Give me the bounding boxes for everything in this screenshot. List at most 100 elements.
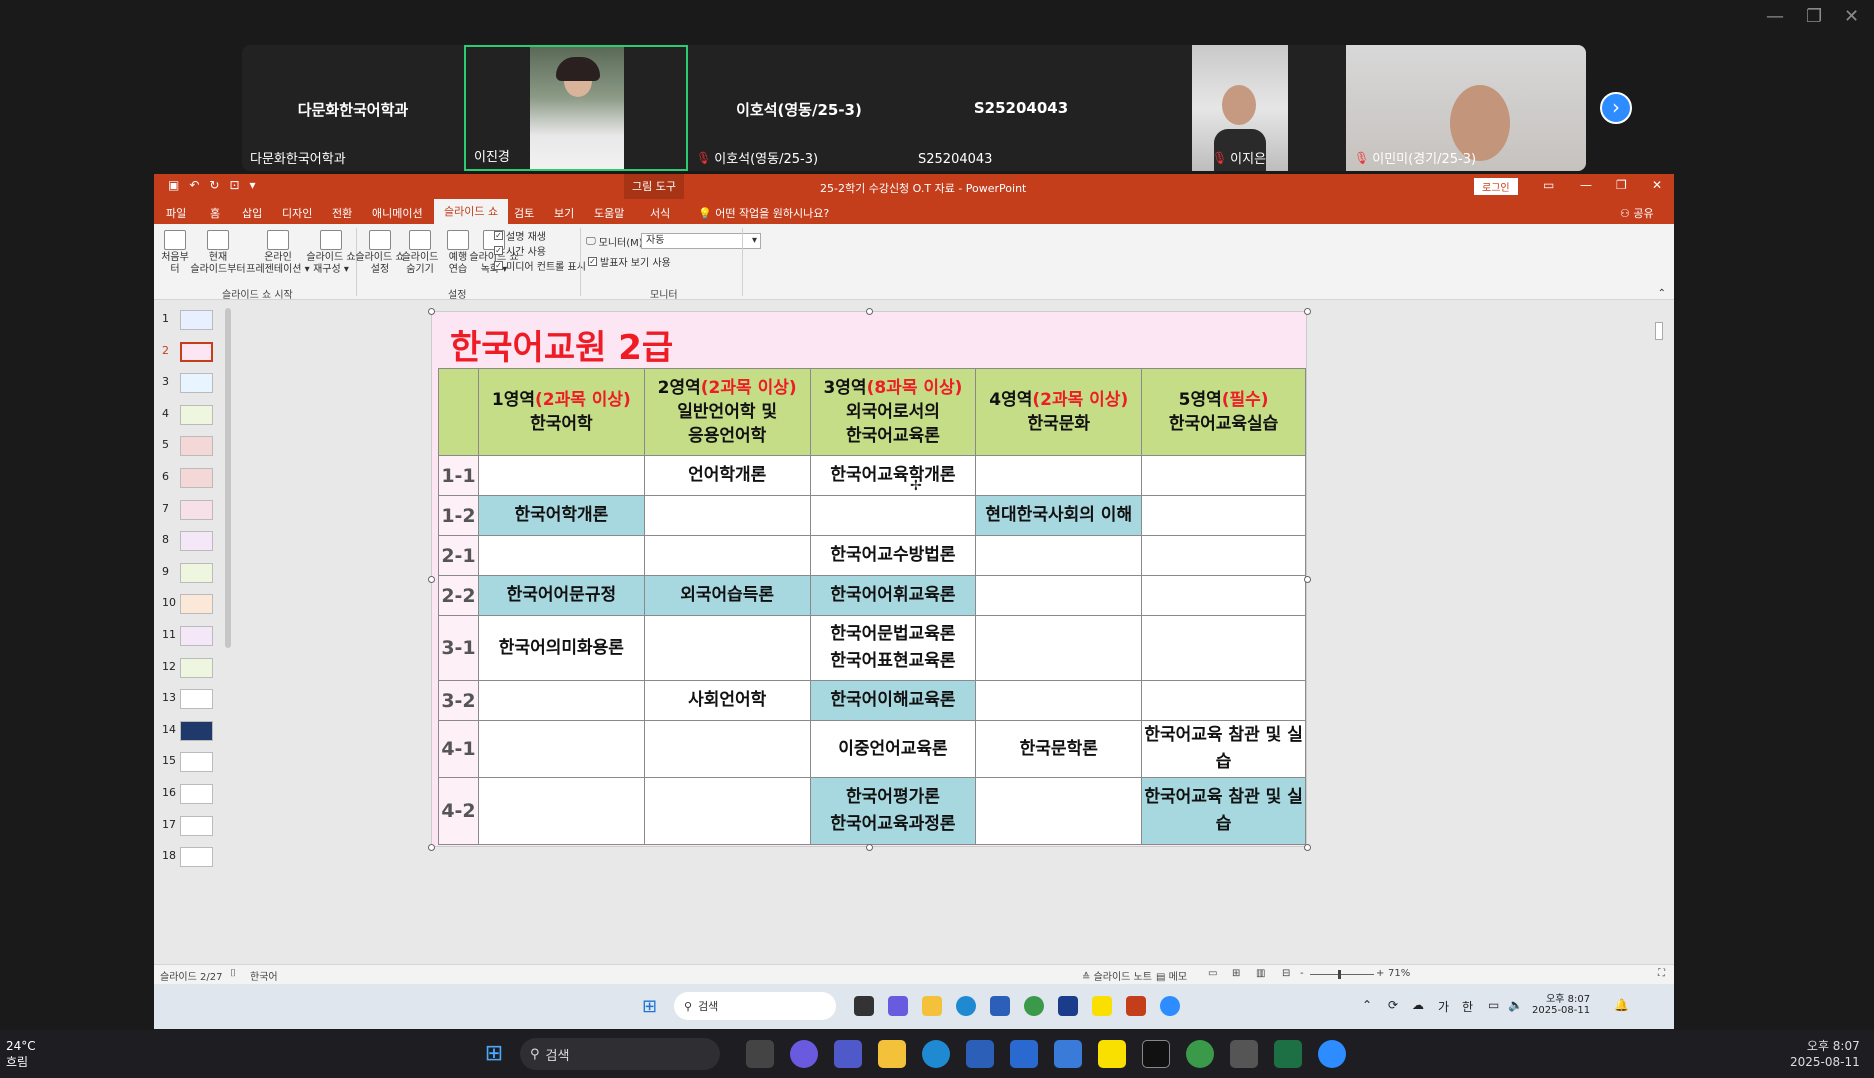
resize-handle[interactable] [1304,576,1311,583]
tab-transitions[interactable]: 전환 [332,205,352,221]
area-header-cell[interactable]: 3영역(8과목 이상) 외국어로서의 한국어교육론 [809,368,977,456]
from-current-button[interactable]: 현재 슬라이드부터 [190,230,246,276]
slide-thumbnail[interactable] [180,815,213,836]
slideshow-view-icon[interactable]: ⊟ [1282,968,1290,979]
course-cell[interactable]: 한국어교육학개론 [809,455,977,496]
course-cell[interactable] [975,455,1143,496]
store-icon[interactable] [990,996,1010,1016]
login-button[interactable]: 로그인 [1474,178,1518,195]
semester-label[interactable]: 3-1 [438,615,479,681]
course-cell[interactable] [643,720,811,778]
participant-tile[interactable]: S25204043 S25204043 [910,45,1132,171]
sticky-notes-icon[interactable] [1142,1040,1170,1068]
course-cell[interactable] [1141,615,1306,681]
semester-label[interactable]: 3-2 [438,680,479,721]
zoom-in-icon[interactable]: + [1376,968,1384,979]
zoom-app-icon[interactable] [1318,1040,1346,1068]
slide-thumbnail[interactable] [180,468,213,488]
save-icon[interactable]: ▣ [168,178,179,192]
course-cell[interactable]: 한국어의미화용론 [477,615,645,681]
course-cell[interactable] [1141,455,1306,496]
course-table[interactable]: 1영역(2과목 이상) 한국어학 2영역(2과목 이상) 일반언어학 및 응용언어학 3영… [438,368,1306,845]
slide-thumbnail[interactable] [180,436,213,457]
tray-icon[interactable]: ⟳ [1388,998,1398,1012]
comments-button[interactable]: ▤ 메모 [1156,968,1187,983]
redo-icon[interactable]: ↻ [209,178,219,192]
chrome-icon[interactable] [1186,1040,1214,1068]
copilot-icon[interactable] [790,1040,818,1068]
tab-insert[interactable]: 삽입 [242,205,262,221]
chevron-up-icon[interactable]: ⌃ [1362,998,1372,1012]
slide-thumbnail[interactable] [180,499,213,520]
course-cell[interactable]: 한국문학론 [975,720,1143,778]
slide-thumbnail[interactable] [180,594,213,615]
restore-icon[interactable]: ❐ [1806,6,1822,27]
windows-start-icon[interactable]: ⊞ [642,996,662,1017]
app-icon[interactable] [1010,1040,1038,1068]
tab-file[interactable]: 파일 [166,205,186,221]
semester-label[interactable]: 2-2 [438,575,479,616]
slide-title[interactable]: 한국어교원 2급 [450,320,673,369]
semester-label[interactable]: 1-1 [438,455,479,496]
language-indicator[interactable]: 한국어 [250,968,278,983]
semester-label[interactable]: 4-1 [438,720,479,778]
edge-icon[interactable] [922,1040,950,1068]
area-header-cell[interactable]: 2영역(2과목 이상) 일반언어학 및 응용언어학 [643,368,811,456]
course-cell[interactable] [643,615,811,681]
ime-mode[interactable]: 가 [1438,998,1449,1015]
course-cell[interactable]: 한국어학개론 [477,495,645,536]
tab-slide-show[interactable]: 슬라이드 쇼 [434,199,509,224]
powerpoint-icon[interactable] [1126,996,1146,1016]
close-icon[interactable]: ✕ [1844,6,1859,27]
course-cell[interactable]: 현대한국사회의 이해 [975,495,1143,536]
slide-sorter-icon[interactable]: ⊞ [1232,968,1240,979]
edge-icon[interactable] [956,996,976,1016]
slide-thumbnail[interactable] [180,689,213,710]
notification-icon[interactable]: 🔔 [1614,998,1629,1012]
zoom-slider[interactable] [1310,970,1374,979]
copilot-icon[interactable] [888,996,908,1016]
play-narrations-checkbox[interactable]: ✓ 설명 재생 [494,228,546,243]
close-icon[interactable]: ✕ [1652,178,1662,192]
course-cell[interactable] [975,680,1143,721]
search-box[interactable]: ⚲ 검색 [674,992,836,1020]
zoom-slider-thumb[interactable] [1338,970,1341,979]
slide-thumbnail[interactable] [180,784,213,804]
slide-thumbnail[interactable] [180,404,213,425]
slide-thumbnail[interactable] [180,310,213,330]
participant-tile[interactable]: 🎙 이지은 [1132,45,1346,171]
area-header-cell[interactable]: 1영역(2과목 이상) 한국어학 [477,368,645,456]
show-media-controls-checkbox[interactable]: ✓ 미디어 컨트롤 표시 [494,258,586,273]
custom-show-button[interactable]: 슬라이드 쇼 재구성 ▾ [302,230,360,276]
participant-tile[interactable]: 다문화한국어학과 다문화한국어학과 [242,45,464,171]
excel-icon[interactable] [1274,1040,1302,1068]
share-button[interactable]: ⚇ 공유 [1620,205,1654,221]
ribbon-display-icon[interactable]: ▭ [1543,178,1554,192]
minimize-icon[interactable]: — [1766,6,1784,27]
next-page-button[interactable]: › [1600,92,1632,124]
zoom-app-icon[interactable] [1160,996,1180,1016]
resize-handle[interactable] [866,308,873,315]
slide-thumbnail[interactable] [180,752,213,773]
tab-review[interactable]: 검토 [514,205,534,221]
slide-thumbnail[interactable] [180,531,213,552]
course-cell[interactable]: 한국어교육 참관 및 실 습 [1141,777,1306,845]
file-explorer-icon[interactable] [878,1040,906,1068]
minimize-icon[interactable]: — [1580,178,1592,192]
course-cell[interactable] [477,455,645,496]
semester-label[interactable]: 4-2 [438,777,479,845]
thumbnail-scrollbar[interactable] [224,300,232,964]
resize-handle[interactable] [428,308,435,315]
reading-view-icon[interactable]: ▥ [1256,968,1265,979]
hide-slide-button[interactable]: 슬라이드 숨기기 [400,230,440,276]
tab-design[interactable]: 디자인 [282,205,312,221]
slide-thumbnail[interactable] [180,341,213,362]
app-icon[interactable] [1058,996,1078,1016]
course-cell[interactable] [975,615,1143,681]
course-cell[interactable] [477,777,645,845]
slide-vertical-scrollbar[interactable] [1654,276,1664,836]
course-cell[interactable]: 한국어어휘교육론 [809,575,977,616]
from-beginning-button[interactable]: 처음부터 [158,230,192,276]
course-cell[interactable] [643,777,811,845]
course-cell[interactable]: 한국어문법교육론 한국어표현교육론 [809,615,977,681]
